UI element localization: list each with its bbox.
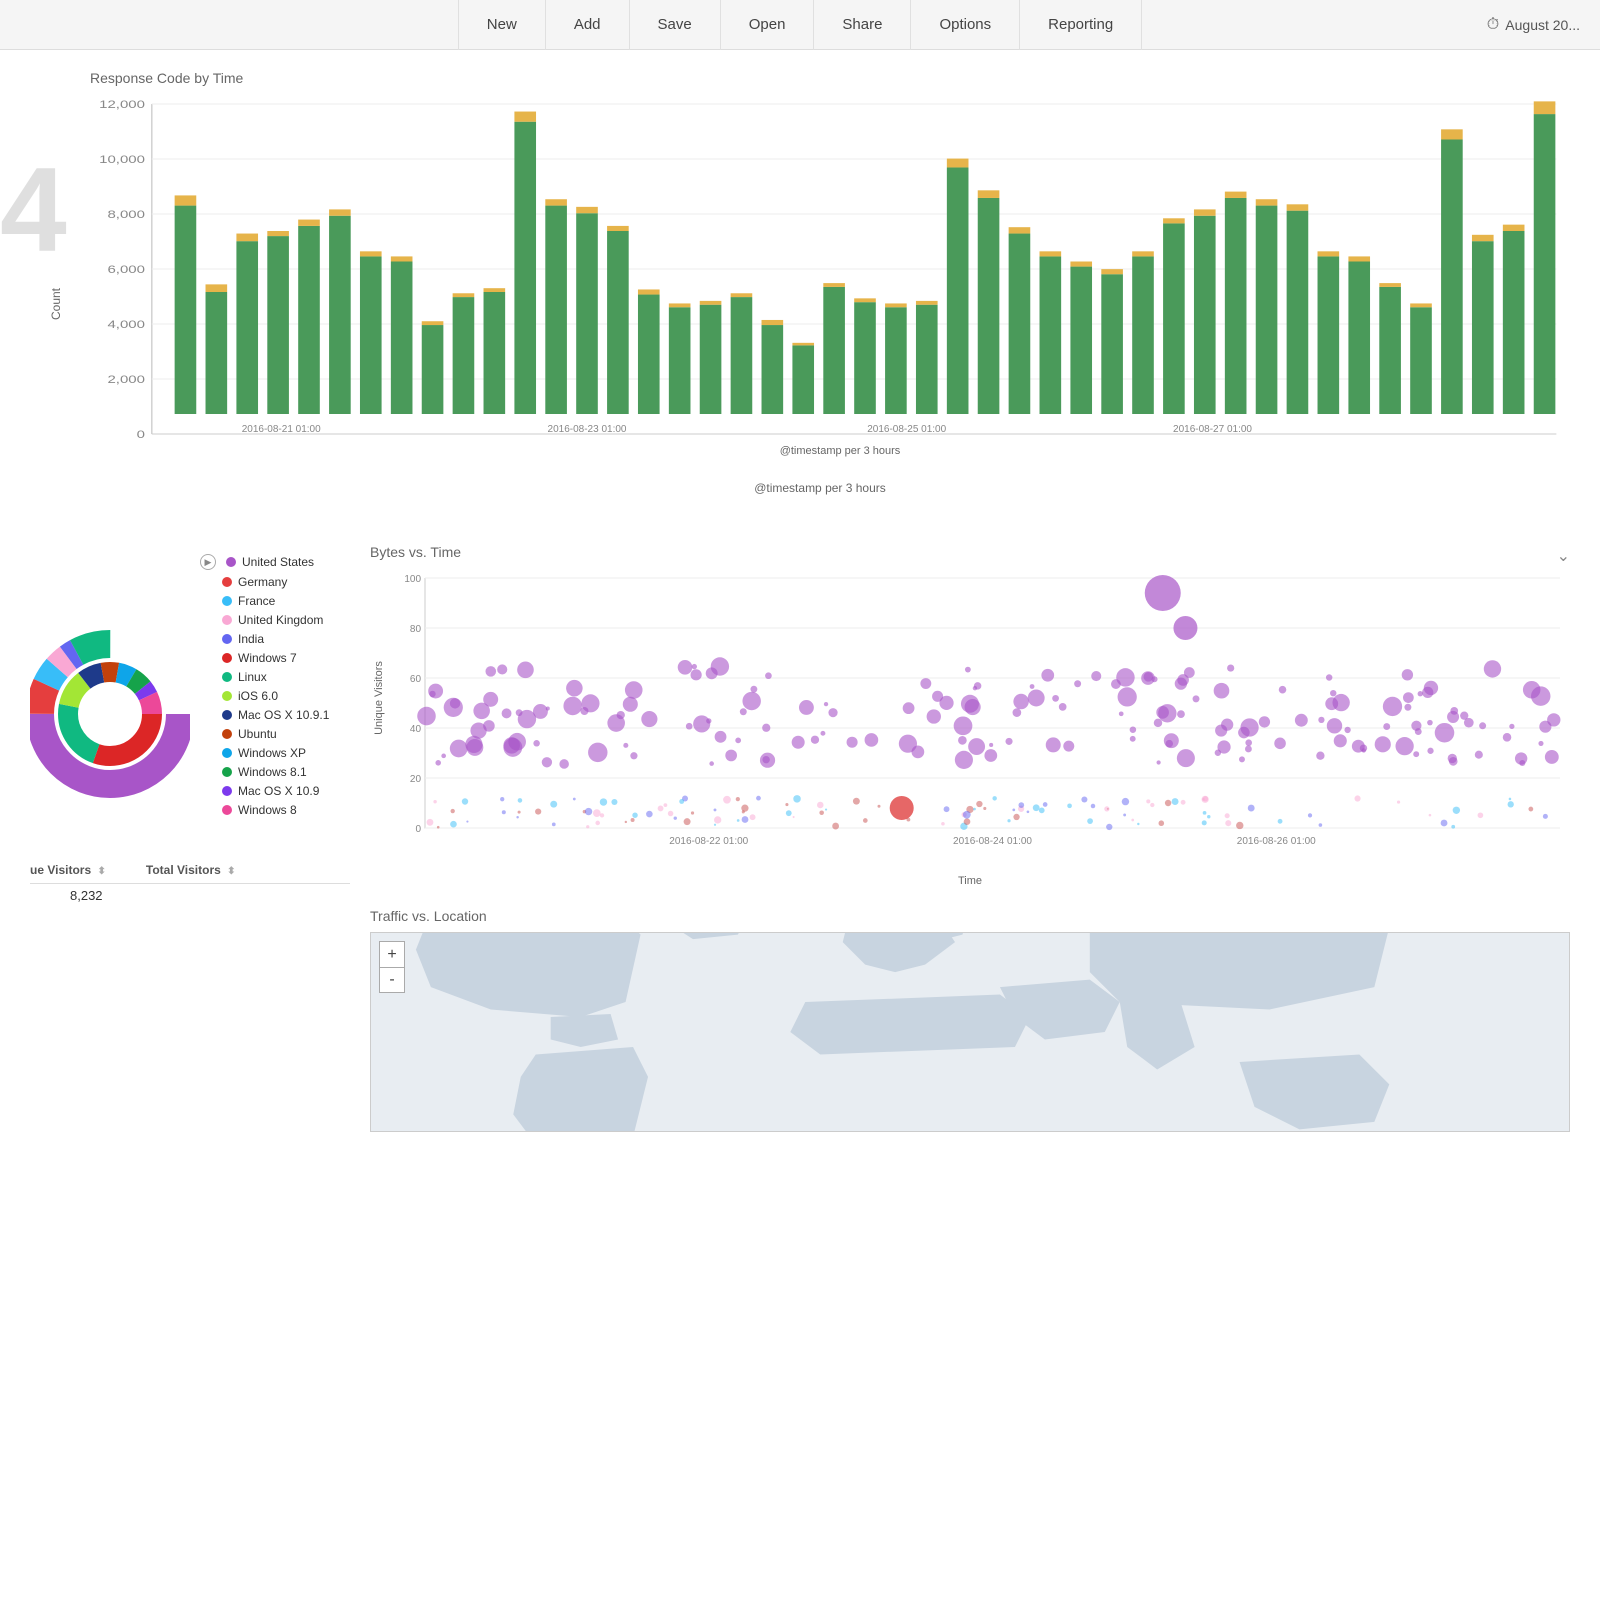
legend-dot-6 — [222, 672, 232, 682]
legend-item-8: Mac OS X 10.9.1 — [200, 708, 350, 722]
donut-svg — [30, 544, 190, 844]
bar-chart-section: Response Code by Time Count 12,000 10,00… — [30, 70, 1570, 514]
legend-label-9: Ubuntu — [238, 727, 277, 741]
legend-label-10: Windows XP — [238, 746, 306, 760]
map-section: Traffic vs. Location + - — [370, 908, 1570, 1132]
legend-item-4: India — [200, 632, 350, 646]
legend-item-11: Windows 8.1 — [200, 765, 350, 779]
legend-label-0: United States — [242, 555, 314, 569]
legend-container: ▶ United States Germany France — [200, 544, 350, 822]
legend-dot-9 — [222, 729, 232, 739]
scatter-chart-title: Bytes vs. Time — [370, 544, 461, 560]
timestamp-text: August 20... — [1505, 17, 1580, 33]
bar-chart-canvas — [110, 94, 1570, 474]
top-navigation: New Add Save Open Share Options Reportin… — [0, 0, 1600, 50]
legend-dot-8 — [222, 710, 232, 720]
cell-total-0: 8,232 — [70, 888, 103, 903]
nav-item-new[interactable]: New — [458, 0, 546, 50]
legend-item-12: Mac OS X 10.9 — [200, 784, 350, 798]
table-header: ue Visitors ⬍ Total Visitors ⬍ — [30, 857, 350, 884]
legend-dot-3 — [222, 615, 232, 625]
bottom-section: ▶ United States Germany France — [30, 544, 1570, 1132]
donut-legend: ▶ United States Germany France — [30, 544, 350, 847]
legend-label-8: Mac OS X 10.9.1 — [238, 708, 329, 722]
legend-label-1: Germany — [238, 575, 287, 589]
legend-item-3: United Kingdom — [200, 613, 350, 627]
nav-item-share[interactable]: Share — [814, 0, 911, 50]
bar-chart-y-label: Count — [49, 288, 63, 320]
sort-icon-total: ⬍ — [227, 866, 235, 877]
legend-dot-4 — [222, 634, 232, 644]
legend-expand-icon[interactable]: ▶ — [200, 554, 216, 570]
map-zoom-out-button[interactable]: - — [379, 967, 405, 993]
scatter-chart-canvas — [370, 568, 1570, 868]
legend-dot-7 — [222, 691, 232, 701]
legend-dot-10 — [222, 748, 232, 758]
scatter-collapse-icon[interactable]: ⌄ — [1557, 546, 1570, 566]
legend-dot-11 — [222, 767, 232, 777]
legend-label-6: Linux — [238, 670, 267, 684]
bar-chart-x-label: @timestamp per 3 hours — [70, 481, 1570, 495]
scatter-section: Bytes vs. Time ⌄ Time — [370, 544, 1570, 888]
legend-item-10: Windows XP — [200, 746, 350, 760]
legend-item-5: Windows 7 — [200, 651, 350, 665]
col-total-visitors[interactable]: Total Visitors ⬍ — [146, 863, 236, 877]
bar-chart-container: Count 12,000 10,000 8,000 6,000 4,000 2,… — [70, 94, 1570, 514]
clock-icon: ⏱ — [1487, 16, 1499, 34]
bar-chart-title: Response Code by Time — [90, 70, 1570, 86]
legend-item-0: ▶ United States — [200, 554, 350, 570]
big-number-display: 4 — [0, 150, 67, 270]
legend-label-12: Mac OS X 10.9 — [238, 784, 319, 798]
nav-item-open[interactable]: Open — [721, 0, 815, 50]
legend-dot-13 — [222, 805, 232, 815]
left-panel: ▶ United States Germany France — [30, 544, 350, 1132]
map-svg — [371, 933, 1569, 1131]
legend-item-7: iOS 6.0 — [200, 689, 350, 703]
nav-item-options[interactable]: Options — [911, 0, 1020, 50]
map-container: + - — [370, 932, 1570, 1132]
map-title: Traffic vs. Location — [370, 908, 1570, 924]
main-content: 4 Response Code by Time Count 12,000 10,… — [0, 50, 1600, 1152]
legend-item-6: Linux — [200, 670, 350, 684]
legend-item-2: France — [200, 594, 350, 608]
legend-label-13: Windows 8 — [238, 803, 297, 817]
legend-label-3: United Kingdom — [238, 613, 323, 627]
map-zoom-controls: + - — [379, 941, 405, 993]
legend-label-7: iOS 6.0 — [238, 689, 278, 703]
scatter-x-label: Time — [370, 875, 1570, 887]
legend-item-9: Ubuntu — [200, 727, 350, 741]
legend-item-13: Windows 8 — [200, 803, 350, 817]
legend-dot-1 — [222, 577, 232, 587]
sort-icon-unique: ⬍ — [97, 866, 105, 877]
nav-item-save[interactable]: Save — [630, 0, 721, 50]
legend-label-4: India — [238, 632, 264, 646]
legend-label-11: Windows 8.1 — [238, 765, 307, 779]
right-panel: Bytes vs. Time ⌄ Time Traffic vs. Locati… — [370, 544, 1570, 1132]
legend-dot-5 — [222, 653, 232, 663]
nav-item-reporting[interactable]: Reporting — [1020, 0, 1142, 50]
table-row-0: 8,232 — [30, 884, 350, 907]
legend-label-2: France — [238, 594, 275, 608]
legend-dot-2 — [222, 596, 232, 606]
legend-dot-0 — [226, 557, 236, 567]
legend-dot-12 — [222, 786, 232, 796]
map-zoom-in-button[interactable]: + — [379, 941, 405, 967]
table-section: ue Visitors ⬍ Total Visitors ⬍ 8,232 — [30, 857, 350, 907]
legend-item-1: Germany — [200, 575, 350, 589]
col-unique-visitors[interactable]: ue Visitors ⬍ — [30, 863, 106, 877]
donut-chart — [30, 544, 190, 847]
legend-label-5: Windows 7 — [238, 651, 297, 665]
nav-item-add[interactable]: Add — [546, 0, 630, 50]
timestamp-display: ⏱ August 20... — [1467, 16, 1580, 34]
scatter-chart-container: Time — [370, 568, 1570, 888]
